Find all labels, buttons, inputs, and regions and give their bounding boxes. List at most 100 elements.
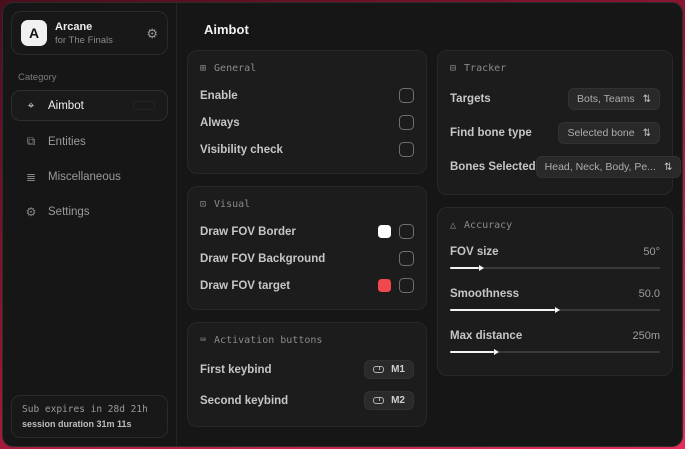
tracker-card: ⊟ Tracker Targets Bots, Teams ⇅ Find bon… bbox=[437, 50, 682, 195]
setting-row-fov-target: Draw FOV target bbox=[200, 272, 414, 299]
crosshair-icon: ⌖ bbox=[27, 98, 35, 112]
visual-card: ⊡ Visual Draw FOV Border Draw FOV Backgr… bbox=[187, 186, 427, 310]
setting-row-max-distance: Max distance 250m bbox=[450, 323, 660, 365]
sidebar-item-miscellaneous[interactable]: ≣ Miscellaneous bbox=[11, 162, 168, 192]
setting-label: Find bone type bbox=[450, 127, 532, 139]
bones-selected-select[interactable]: Head, Neck, Body, Pe... ⇅ bbox=[535, 156, 682, 178]
general-card-title: ⊞ General bbox=[200, 63, 257, 74]
setting-row-fov-size: FOV size 50° bbox=[450, 239, 660, 281]
brand-text: Arcane for The Finals bbox=[55, 21, 113, 46]
category-label: Category bbox=[18, 72, 57, 83]
fov-border-checkbox[interactable] bbox=[399, 224, 414, 239]
unfold-icon: ⇅ bbox=[642, 127, 651, 139]
always-checkbox[interactable] bbox=[399, 115, 414, 130]
sub-expiry-text: Sub expires in 28d 21h bbox=[22, 404, 148, 415]
sliders-icon: ≣ bbox=[25, 170, 37, 184]
fov-size-slider[interactable] bbox=[450, 264, 660, 271]
setting-row-first-keybind: First keybind M1 bbox=[200, 354, 414, 385]
setting-label: Targets bbox=[450, 93, 491, 105]
setting-row-bones-selected: Bones Selected Head, Neck, Body, Pe... ⇅ bbox=[450, 150, 682, 184]
setting-row-enable: Enable bbox=[200, 82, 414, 109]
sidebar-item-aimbot[interactable]: ⌖ Aimbot bbox=[11, 90, 168, 121]
sidebar-nav: ⌖ Aimbot ⧉ Entities ≣ Miscellaneous ⚙ Se… bbox=[3, 90, 176, 227]
left-column: ⊞ General Enable Always Visibility check bbox=[187, 50, 427, 439]
slider-fill bbox=[450, 348, 500, 355]
sidebar-item-label: Entities bbox=[48, 135, 86, 148]
visual-icon: ⊡ bbox=[200, 199, 207, 210]
fov-size-value: 50° bbox=[643, 246, 660, 258]
setting-label: Smoothness bbox=[450, 288, 520, 300]
main-panel: Aimbot ⊞ General Enable Always Visibilit… bbox=[177, 3, 682, 446]
setting-label: First keybind bbox=[200, 363, 272, 376]
slider-fill bbox=[450, 306, 560, 313]
gear-icon: ⚙ bbox=[25, 205, 37, 219]
visibility-check-checkbox[interactable] bbox=[399, 142, 414, 157]
tracker-icon: ⊟ bbox=[450, 63, 457, 74]
setting-label: Visibility check bbox=[200, 143, 283, 156]
sidebar-item-entities[interactable]: ⧉ Entities bbox=[11, 126, 168, 157]
targets-select[interactable]: Bots, Teams ⇅ bbox=[568, 88, 660, 110]
keybind-hint-badge bbox=[133, 101, 155, 110]
accuracy-card-title: △ Accuracy bbox=[450, 220, 513, 231]
setting-label: FOV size bbox=[450, 246, 499, 258]
max-distance-slider[interactable] bbox=[450, 348, 660, 355]
brand-subtitle: for The Finals bbox=[55, 34, 113, 46]
brand-name: Arcane bbox=[55, 20, 93, 33]
app-window: A Arcane for The Finals ⚙ Category ⌖ Aim… bbox=[2, 2, 683, 447]
setting-label: Draw FOV Border bbox=[200, 225, 296, 238]
unfold-icon: ⇅ bbox=[663, 161, 673, 173]
first-keybind-button[interactable]: M1 bbox=[364, 360, 414, 379]
setting-label: Max distance bbox=[450, 330, 523, 342]
unfold-icon: ⇅ bbox=[642, 93, 651, 105]
app-logo: A bbox=[21, 20, 47, 46]
setting-label: Enable bbox=[200, 89, 238, 102]
mouse-icon bbox=[373, 397, 385, 404]
setting-row-second-keybind: Second keybind M2 bbox=[200, 385, 414, 416]
page-title: Aimbot bbox=[204, 22, 249, 37]
setting-label: Bones Selected bbox=[450, 161, 536, 173]
sidebar-item-label: Settings bbox=[48, 206, 90, 218]
fov-target-checkbox[interactable] bbox=[399, 278, 414, 293]
triangle-icon: △ bbox=[450, 220, 457, 231]
visual-card-title: ⊡ Visual bbox=[200, 199, 251, 210]
sidebar: A Arcane for The Finals ⚙ Category ⌖ Aim… bbox=[3, 3, 177, 446]
sidebar-item-settings[interactable]: ⚙ Settings bbox=[11, 197, 168, 227]
find-bone-type-select[interactable]: Selected bone ⇅ bbox=[558, 122, 660, 144]
activation-card-title: ⌨ Activation buttons bbox=[200, 335, 323, 346]
general-card: ⊞ General Enable Always Visibility check bbox=[187, 50, 427, 174]
max-distance-value: 250m bbox=[632, 330, 660, 342]
enable-checkbox[interactable] bbox=[399, 88, 414, 103]
sidebar-item-label: Aimbot bbox=[48, 99, 84, 112]
setting-row-always: Always bbox=[200, 109, 414, 136]
setting-label: Draw FOV target bbox=[200, 279, 291, 292]
slider-fill bbox=[450, 264, 485, 271]
setting-row-fov-border: Draw FOV Border bbox=[200, 218, 414, 245]
setting-label: Draw FOV Background bbox=[200, 252, 326, 265]
fov-background-checkbox[interactable] bbox=[399, 251, 414, 266]
tracker-card-title: ⊟ Tracker bbox=[450, 63, 507, 74]
setting-label: Always bbox=[200, 116, 240, 129]
brand-box: A Arcane for The Finals ⚙ bbox=[11, 11, 168, 55]
subscription-info-box: Sub expires in 28d 21h session duration … bbox=[11, 395, 168, 438]
setting-row-visibility-check: Visibility check bbox=[200, 136, 414, 163]
second-keybind-button[interactable]: M2 bbox=[364, 391, 414, 410]
mouse-icon bbox=[373, 366, 385, 373]
fov-target-color-swatch[interactable] bbox=[378, 279, 391, 292]
grid-icon: ⊞ bbox=[200, 63, 207, 74]
smoothness-value: 50.0 bbox=[638, 288, 660, 300]
setting-row-smoothness: Smoothness 50.0 bbox=[450, 281, 660, 323]
smoothness-slider[interactable] bbox=[450, 306, 660, 313]
setting-row-targets: Targets Bots, Teams ⇅ bbox=[450, 82, 660, 116]
sidebar-item-label: Miscellaneous bbox=[48, 171, 121, 183]
setting-row-find-bone-type: Find bone type Selected bone ⇅ bbox=[450, 116, 660, 150]
activation-buttons-card: ⌨ Activation buttons First keybind M1 Se… bbox=[187, 322, 427, 427]
right-column: ⊟ Tracker Targets Bots, Teams ⇅ Find bon… bbox=[437, 50, 682, 388]
gear-icon[interactable]: ⚙ bbox=[146, 27, 158, 40]
setting-label: Second keybind bbox=[200, 394, 289, 407]
accuracy-card: △ Accuracy FOV size 50° Smoothness 50.0 … bbox=[437, 207, 673, 376]
fov-border-color-swatch[interactable] bbox=[378, 225, 391, 238]
entities-icon: ⧉ bbox=[26, 134, 36, 148]
session-duration-text: session duration 31m 11s bbox=[22, 419, 132, 429]
setting-row-fov-background: Draw FOV Background bbox=[200, 245, 414, 272]
keyboard-icon: ⌨ bbox=[200, 335, 207, 346]
